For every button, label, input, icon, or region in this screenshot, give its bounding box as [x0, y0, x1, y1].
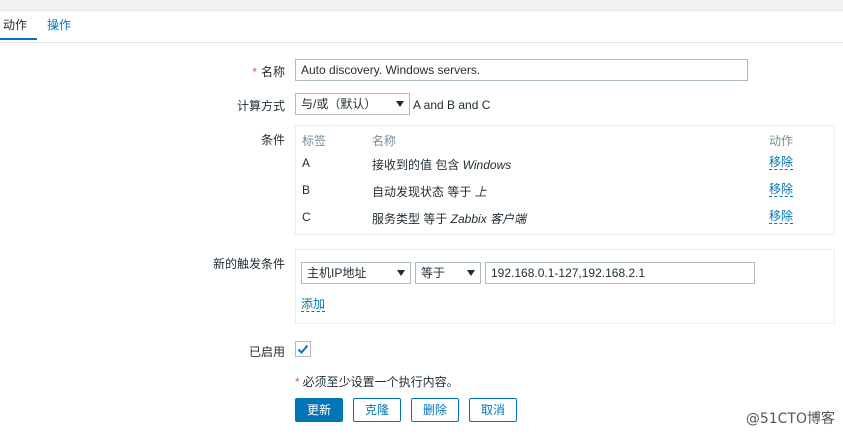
conditions-table: 标签 名称 动作 A 接收到的值 包含 Windows 移除 B 自动发现状态 … — [295, 125, 835, 235]
calc-select-value: 与/或（默认） — [301, 97, 377, 111]
tab-action[interactable]: 动作 — [0, 10, 37, 40]
clone-button[interactable]: 克隆 — [353, 398, 401, 422]
row-name: 服务类型 等于 Zabbix 客户端 — [372, 212, 527, 226]
required-mark: * — [252, 65, 257, 79]
header-name: 名称 — [372, 134, 397, 148]
name-input[interactable]: Auto discovery. Windows servers. — [295, 59, 748, 81]
row-tag: B — [302, 183, 311, 197]
row-name: 接收到的值 包含 Windows — [372, 158, 512, 172]
condition-operator-select[interactable]: 等于 — [415, 262, 481, 284]
new-condition-label: 新的触发条件 — [212, 257, 285, 271]
tab-operations[interactable]: 操作 — [47, 10, 71, 40]
checkmark-icon — [297, 344, 309, 354]
remove-link[interactable]: 移除 — [769, 210, 794, 224]
name-label-text: 名称 — [260, 65, 285, 79]
calc-label: 计算方式 — [236, 99, 285, 113]
name-label: * 名称 — [252, 63, 285, 80]
row-tag: C — [302, 210, 311, 224]
condition-field-select[interactable]: 主机IP地址 — [301, 262, 411, 284]
row-name: 自动发现状态 等于 上 — [372, 185, 487, 199]
add-condition-link[interactable]: 添加 — [301, 298, 326, 312]
remove-link[interactable]: 移除 — [769, 183, 794, 197]
conditions-label: 条件 — [260, 133, 285, 147]
calc-expression: A and B and C — [413, 98, 491, 112]
delete-button[interactable]: 删除 — [411, 398, 459, 422]
header-tag: 标签 — [302, 134, 327, 148]
chevron-down-icon — [396, 101, 404, 107]
condition-field-value: 主机IP地址 — [307, 266, 367, 280]
chevron-down-icon — [467, 270, 475, 276]
update-button[interactable]: 更新 — [295, 398, 343, 422]
condition-value-input[interactable]: 192.168.0.1-127,192.168.2.1 — [485, 262, 755, 284]
new-condition-panel: 主机IP地址 等于 192.168.0.1-127,192.168.2.1 添加 — [295, 249, 835, 324]
condition-operator-value: 等于 — [421, 266, 446, 280]
enabled-label: 已启用 — [248, 345, 285, 359]
tab-bar: 动作 操作 — [0, 10, 843, 43]
row-tag: A — [302, 156, 311, 170]
watermark: @51CTO博客 — [745, 411, 835, 427]
cancel-button[interactable]: 取消 — [469, 398, 517, 422]
header-action: 动作 — [769, 134, 794, 148]
required-note: * 必须至少设置一个执行内容。 — [295, 375, 459, 389]
remove-link[interactable]: 移除 — [769, 156, 794, 170]
chevron-down-icon — [397, 270, 405, 276]
calc-select[interactable]: 与/或（默认） — [295, 93, 410, 115]
enabled-checkbox[interactable] — [295, 341, 311, 357]
